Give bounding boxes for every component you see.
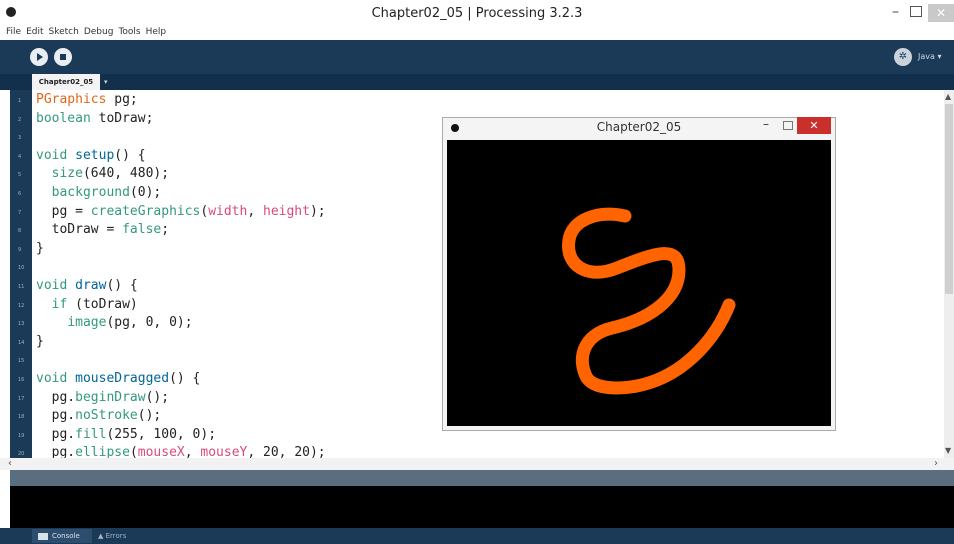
code-line: pg.beginDraw(); <box>36 389 170 405</box>
menu-tools[interactable]: Tools <box>118 27 140 41</box>
line-number: 4 <box>18 153 22 160</box>
line-number: 16 <box>18 377 25 383</box>
line-number: 3 <box>18 135 22 142</box>
line-number-gutter <box>10 90 32 458</box>
line-number: 7 <box>18 209 22 216</box>
sketch-canvas[interactable] <box>447 140 831 426</box>
scroll-down-arrow-icon[interactable]: ▼ <box>945 446 951 455</box>
stop-button[interactable] <box>54 48 72 66</box>
sketch-minimize-button[interactable]: – <box>763 117 769 131</box>
console-output <box>10 486 954 528</box>
mode-selector[interactable]: Java ▾ <box>918 49 954 65</box>
line-number: 19 <box>18 432 25 439</box>
bottom-tab-bar <box>0 528 954 544</box>
line-number: 10 <box>18 265 25 272</box>
tab-chapter02-05[interactable]: Chapter02_05 <box>32 74 100 90</box>
window-title: Chapter02_05 | Processing 3.2.3 <box>371 6 583 21</box>
warning-icon: ▲ <box>98 532 104 540</box>
code-line: toDraw = false; <box>36 222 170 238</box>
code-line: } <box>36 240 44 256</box>
menu-file[interactable]: File <box>6 27 21 41</box>
code-line: pg.noStroke(); <box>36 408 162 424</box>
menu-help[interactable]: Help <box>146 27 167 41</box>
menu-edit[interactable]: Edit <box>26 27 43 41</box>
sketch-window-title: Chapter02_05 <box>596 120 682 134</box>
debugger-icon[interactable]: ✲ <box>894 48 912 66</box>
errors-tab[interactable]: ▲ Errors <box>98 529 126 543</box>
vertical-scroll-thumb[interactable] <box>945 104 953 294</box>
line-number: 15 <box>18 358 25 365</box>
code-line: image(pg, 0, 0); <box>67 315 193 331</box>
console-tab-label: Console <box>52 532 80 540</box>
menu-bar: File Edit Sketch Debug Tools Help <box>6 27 166 41</box>
console-tab[interactable]: Console <box>32 529 92 543</box>
line-number: 12 <box>18 302 25 309</box>
tab-strip <box>0 74 954 90</box>
code-line: pg.fill(255, 100, 0); <box>36 426 217 442</box>
line-number: 11 <box>18 284 25 290</box>
sketch-maximize-button[interactable] <box>783 121 793 130</box>
console-icon <box>38 532 48 540</box>
code-line: PGraphics pg; <box>36 92 138 107</box>
code-line: void setup() { <box>36 147 146 163</box>
line-number: 2 <box>18 116 22 123</box>
line-number: 17 <box>18 395 25 402</box>
code-line: void mouseDragged() { <box>36 371 201 386</box>
scroll-up-arrow-icon[interactable]: ▲ <box>945 92 951 101</box>
sketch-close-button[interactable]: ✕ <box>797 117 831 134</box>
scroll-right-arrow-icon[interactable]: › <box>934 458 938 469</box>
minimize-button[interactable]: – <box>892 4 899 20</box>
line-number: 9 <box>18 246 22 253</box>
scroll-left-arrow-icon[interactable]: ‹ <box>8 458 12 469</box>
maximize-button[interactable] <box>910 6 922 17</box>
code-line: boolean toDraw; <box>36 110 154 126</box>
code-line: void draw() { <box>36 278 138 293</box>
line-number: 5 <box>18 172 22 179</box>
errors-tab-label: Errors <box>105 532 127 540</box>
code-line: size(640, 480); <box>51 166 170 182</box>
line-number: 18 <box>18 414 25 421</box>
menu-debug[interactable]: Debug <box>84 27 114 41</box>
line-number: 14 <box>18 339 25 346</box>
code-line: if (toDraw) <box>51 296 138 312</box>
line-number: 8 <box>18 228 22 235</box>
drawn-stroke <box>562 207 736 395</box>
console-divider[interactable] <box>10 470 954 486</box>
line-number: 1 <box>18 98 22 104</box>
code-line: pg = createGraphics(width, height); <box>36 203 326 219</box>
close-button[interactable]: ✕ <box>928 4 954 22</box>
tab-menu-arrow-icon[interactable]: ▾ <box>104 78 108 86</box>
toolbar <box>0 40 954 74</box>
code-line: background(0); <box>51 185 162 200</box>
code-line: } <box>36 333 44 349</box>
menu-sketch[interactable]: Sketch <box>49 27 79 41</box>
horizontal-scrollbar[interactable] <box>0 458 954 470</box>
run-button[interactable] <box>30 48 48 66</box>
line-number: 6 <box>18 191 22 197</box>
line-number: 20 <box>18 451 25 458</box>
line-number: 13 <box>18 321 25 328</box>
